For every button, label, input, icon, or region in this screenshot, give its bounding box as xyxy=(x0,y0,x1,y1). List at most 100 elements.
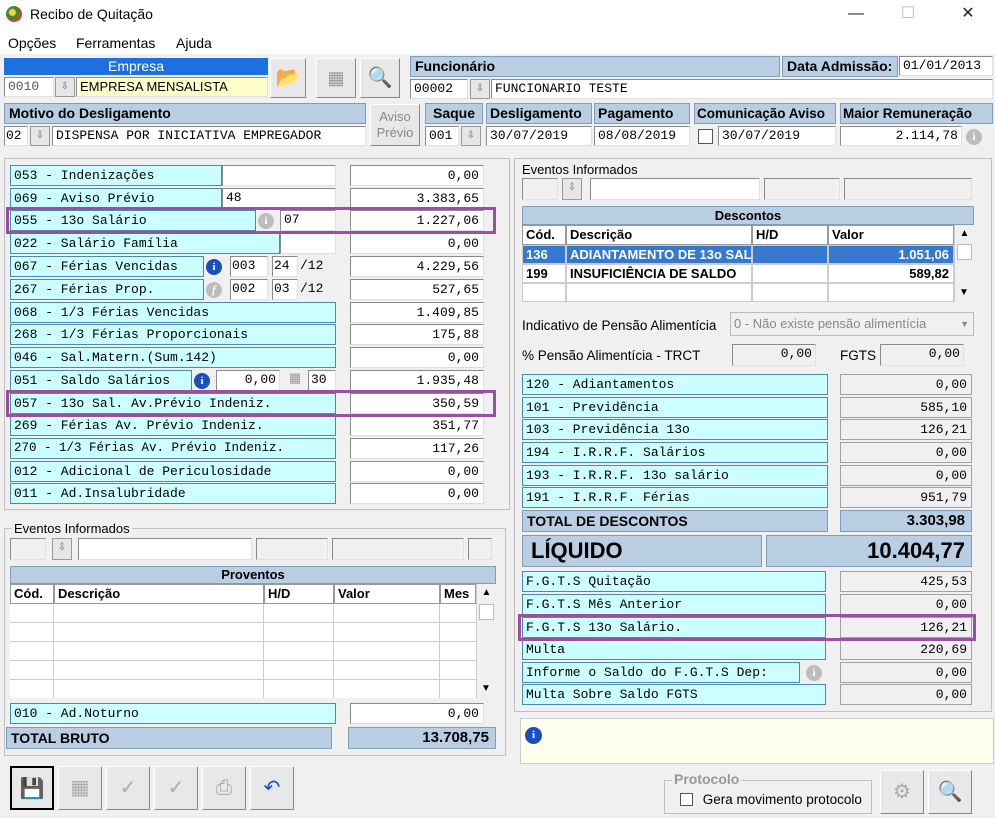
funcionario-lookup-button[interactable]: ⇩ xyxy=(470,79,490,99)
comunicacao-checkbox[interactable] xyxy=(698,129,713,145)
maior-remuneracao-info-button[interactable]: i xyxy=(966,128,982,145)
eventos-right-valor[interactable] xyxy=(844,178,972,200)
empresa-lookup-button[interactable]: ⇩ xyxy=(55,77,75,97)
proventos-col-descricao[interactable]: Descrição xyxy=(54,584,264,604)
descontos-row-cod[interactable]: 136 xyxy=(522,245,566,264)
proventos-scrollbar[interactable]: ▲ ▼ xyxy=(476,584,496,698)
aviso-previo-button[interactable]: Aviso Prévio xyxy=(370,104,420,146)
descontos-row-hd[interactable] xyxy=(752,245,828,264)
descontos-col-valor[interactable]: Valor xyxy=(828,225,954,245)
desconto-previdencia-13-value: 126,21 xyxy=(840,419,972,440)
save-button[interactable]: 💾 xyxy=(10,766,54,810)
ferias-vencidas-info-button[interactable]: i xyxy=(206,258,222,275)
eventos-left-lookup-button[interactable]: ⇩ xyxy=(52,538,72,560)
scroll-down-icon[interactable]: ▼ xyxy=(477,680,495,698)
proventos-grid-body[interactable] xyxy=(10,604,476,698)
saque-lookup-button[interactable]: ⇩ xyxy=(461,126,481,146)
proventos-col-hd[interactable]: H/D xyxy=(264,584,334,604)
admissao-label: Data Admissão: xyxy=(782,56,898,77)
pagamento-input[interactable]: 08/08/2019 xyxy=(594,126,690,146)
proventos-col-mes[interactable]: Mes xyxy=(440,584,476,604)
ferias-prop-avos[interactable]: 03 xyxy=(272,279,298,300)
open-folder-button[interactable]: 📂 xyxy=(270,58,306,98)
motivo-lookup-button[interactable]: ⇩ xyxy=(30,126,50,146)
scroll-down-icon[interactable]: ▼ xyxy=(955,284,973,302)
saldo-salarios-amount[interactable]: 0,00 xyxy=(216,370,280,391)
eventos-left-hd[interactable] xyxy=(256,538,328,560)
fgts-saldo-dep-value[interactable]: 0,00 xyxy=(840,662,972,683)
descontos-row-empty[interactable] xyxy=(522,283,566,302)
print-button[interactable]: ⎙ xyxy=(202,766,246,810)
eventos-right-hd[interactable] xyxy=(764,178,840,200)
descontos-row-desc[interactable]: ADIANTAMENTO DE 13o SAL xyxy=(566,245,752,264)
eventos-left-mes[interactable] xyxy=(468,538,492,560)
close-button[interactable]: ✕ xyxy=(948,3,988,27)
gera-protocolo-checkbox[interactable]: Gera movimento protocolo xyxy=(680,792,862,807)
eventos-right-lookup-button[interactable]: ⇩ xyxy=(562,178,582,200)
scroll-up-icon[interactable]: ▲ xyxy=(955,225,974,243)
saldo-salarios-dias[interactable]: 30 xyxy=(308,370,336,391)
minimize-button[interactable]: — xyxy=(836,3,876,27)
fgts-saldo-info-button[interactable]: i xyxy=(806,664,822,681)
provento-aviso-previo-days[interactable]: 48 xyxy=(222,188,336,209)
descontos-row-cod[interactable]: 199 xyxy=(522,264,566,283)
eventos-left-code[interactable] xyxy=(10,538,46,560)
scroll-thumb[interactable] xyxy=(479,604,494,620)
settings-button[interactable]: ⚙ xyxy=(880,770,924,814)
menu-opcoes[interactable]: Opções xyxy=(8,35,56,51)
ferias-prop-periodos[interactable]: 002 xyxy=(230,279,268,300)
aviso-previo-line1: Aviso xyxy=(379,109,411,124)
pct-pensao-input[interactable]: 0,00 xyxy=(732,344,816,366)
maximize-button[interactable]: ☐ xyxy=(888,3,928,27)
comunicacao-input[interactable]: 30/07/2019 xyxy=(718,126,836,146)
confirm-button[interactable]: ✓ xyxy=(106,766,150,810)
provento-insalubridade-label: 011 - Ad.Insalubridade xyxy=(10,483,336,504)
calculator-button[interactable]: ▦ xyxy=(316,58,356,98)
provento-saldo-salarios-label: 051 - Saldo Salários xyxy=(10,370,192,391)
scroll-thumb[interactable] xyxy=(957,244,972,260)
funcionario-code-input[interactable]: 00002 xyxy=(410,79,468,99)
descontos-col-hd[interactable]: H/D xyxy=(752,225,828,245)
descontos-row-valor[interactable]: 1.051,06 xyxy=(828,245,954,264)
desconto-previdencia-value: 585,10 xyxy=(840,397,972,418)
undo-icon: ↶ xyxy=(263,777,281,799)
eventos-right-code[interactable] xyxy=(522,178,558,200)
motivo-code-input[interactable]: 02 xyxy=(4,126,28,146)
ferias-vencidas-periodos[interactable]: 003 xyxy=(230,256,268,277)
menu-ferramentas[interactable]: Ferramentas xyxy=(76,35,155,51)
descontos-row-empty[interactable] xyxy=(828,283,954,302)
descontos-col-cod[interactable]: Cód. xyxy=(522,225,566,245)
ferias-prop-formula-button[interactable]: f xyxy=(206,281,222,298)
search-user-button[interactable]: 🔍 xyxy=(928,770,972,814)
saldo-salarios-calc-icon[interactable]: ▦ xyxy=(283,370,307,391)
fgts-input[interactable]: 0,00 xyxy=(880,344,964,366)
pagamento-label: Pagamento xyxy=(594,103,690,124)
descontos-col-descricao[interactable]: Descrição xyxy=(566,225,752,245)
saldo-salarios-info-button[interactable]: i xyxy=(194,372,210,389)
ferias-vencidas-avos[interactable]: 24 xyxy=(272,256,298,277)
pensao-select[interactable]: 0 - Não existe pensão alimentícia ▼ xyxy=(730,312,974,336)
desligamento-input[interactable]: 30/07/2019 xyxy=(486,126,592,146)
app-icon xyxy=(6,6,22,22)
proventos-col-cod[interactable]: Cód. xyxy=(10,584,54,604)
checkbox-box[interactable] xyxy=(680,793,693,806)
calc-button[interactable]: ▦ xyxy=(58,766,102,810)
descontos-row-valor[interactable]: 589,82 xyxy=(828,264,954,283)
descontos-row-empty[interactable] xyxy=(566,283,752,302)
descontos-row-empty[interactable] xyxy=(752,283,828,302)
descontos-row-hd[interactable] xyxy=(752,264,828,283)
scroll-up-icon[interactable]: ▲ xyxy=(477,584,496,602)
descontos-scrollbar[interactable]: ▲ ▼ xyxy=(954,225,974,302)
search-button[interactable]: 🔍 xyxy=(360,58,400,98)
eventos-left-valor[interactable] xyxy=(332,538,464,560)
descontos-row-desc[interactable]: INSUFICIÊNCIA DE SALDO xyxy=(566,264,752,283)
eventos-left-label: Eventos Informados xyxy=(12,521,132,536)
undo-button[interactable]: ↶ xyxy=(250,766,294,810)
proventos-col-valor[interactable]: Valor xyxy=(334,584,440,604)
saque-input[interactable]: 001 xyxy=(425,126,459,146)
empresa-code-input[interactable]: 0010 xyxy=(4,77,54,97)
provento-ferias-vencidas-value: 4.229,56 xyxy=(350,256,484,277)
menu-ajuda[interactable]: Ajuda xyxy=(176,35,212,51)
approve-button[interactable]: ✓ xyxy=(154,766,198,810)
pensao-select-value: 0 - Não existe pensão alimentícia xyxy=(734,316,927,331)
